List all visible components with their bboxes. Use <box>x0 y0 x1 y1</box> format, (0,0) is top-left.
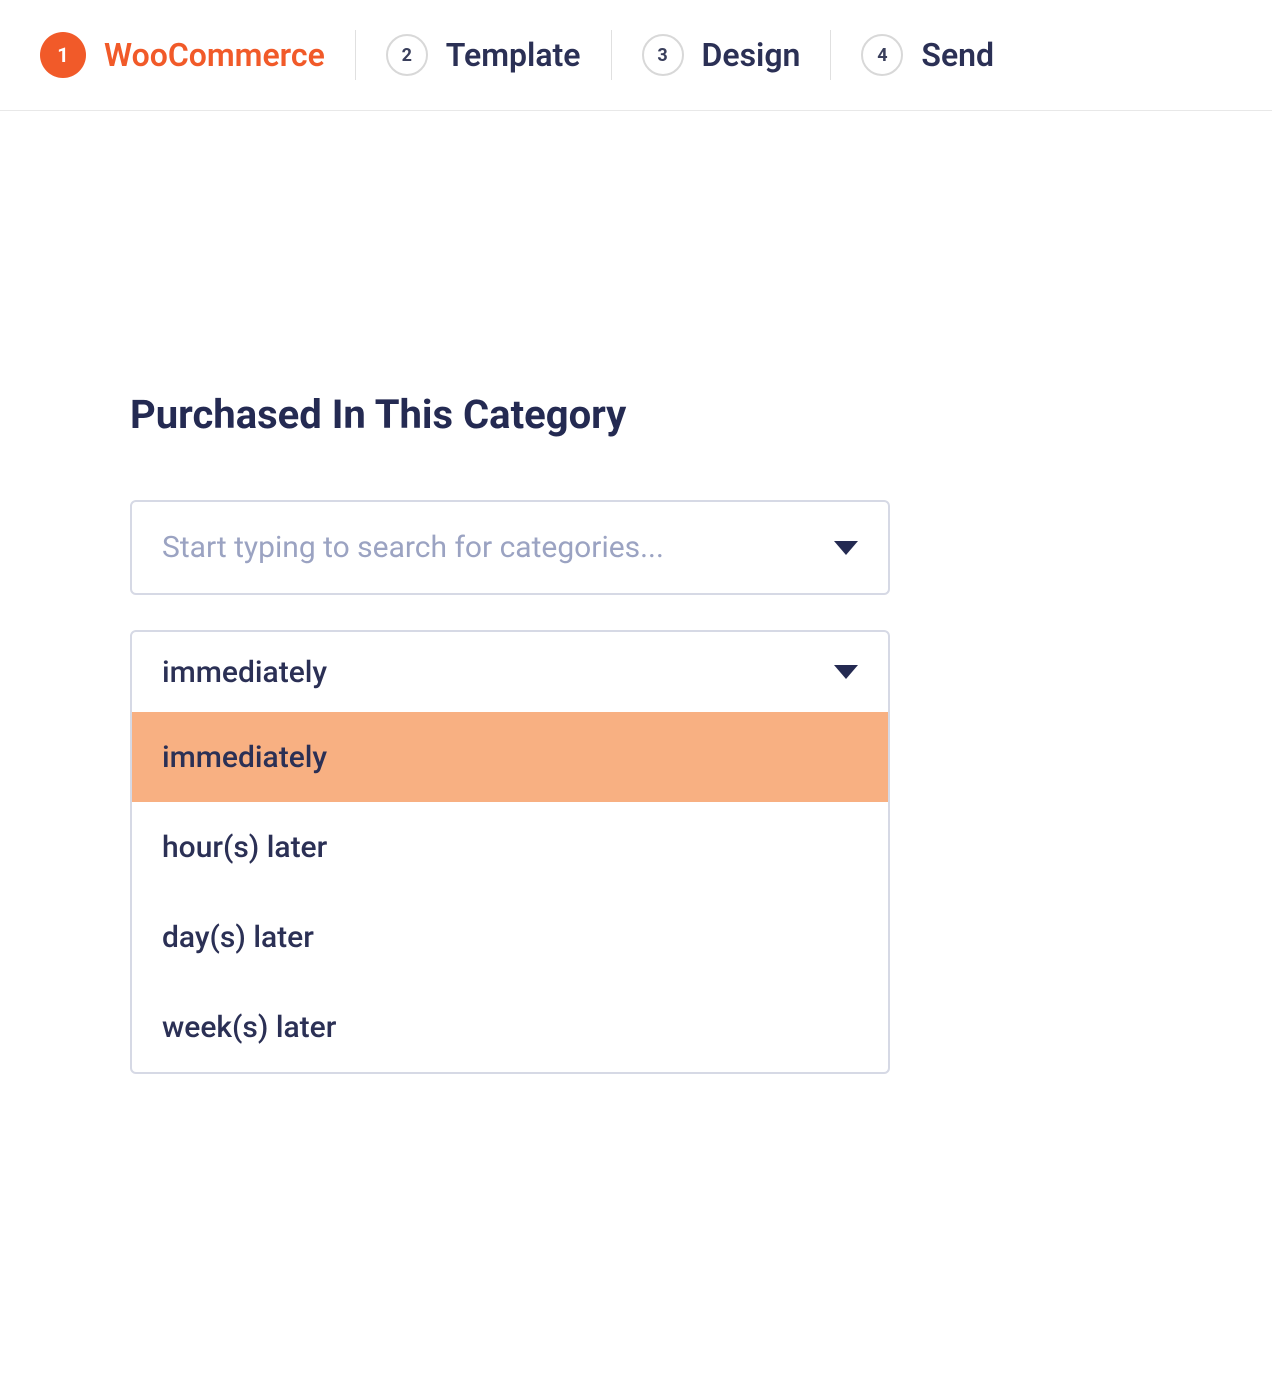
step-number-badge: 2 <box>386 34 428 76</box>
step-number-badge: 3 <box>642 34 684 76</box>
wizard-stepper: 1 WooCommerce 2 Template 3 Design 4 Send <box>0 0 1272 111</box>
step-label: Send <box>921 36 994 74</box>
category-search-select[interactable]: Start typing to search for categories... <box>130 500 890 595</box>
timing-dropdown: immediately immediately hour(s) later da… <box>130 630 890 1074</box>
step-woocommerce[interactable]: 1 WooCommerce <box>30 32 355 78</box>
step-label: Design <box>702 36 801 74</box>
timing-dropdown-trigger[interactable]: immediately <box>132 632 888 712</box>
step-label: WooCommerce <box>104 36 325 74</box>
step-template[interactable]: 2 Template <box>356 34 611 76</box>
step-number-badge: 1 <box>40 32 86 78</box>
timing-option-hours[interactable]: hour(s) later <box>132 802 888 892</box>
timing-option-immediately[interactable]: immediately <box>132 712 888 802</box>
step-label: Template <box>446 36 581 74</box>
step-number-badge: 4 <box>861 34 903 76</box>
step-send[interactable]: 4 Send <box>831 34 1024 76</box>
main-content: Purchased In This Category Start typing … <box>0 111 1272 1074</box>
search-placeholder: Start typing to search for categories... <box>162 530 834 565</box>
timing-option-days[interactable]: day(s) later <box>132 892 888 982</box>
timing-option-weeks[interactable]: week(s) later <box>132 982 888 1072</box>
chevron-down-icon <box>834 541 858 555</box>
step-design[interactable]: 3 Design <box>612 34 831 76</box>
timing-selected-value: immediately <box>162 655 834 690</box>
section-title: Purchased In This Category <box>130 391 1142 438</box>
chevron-down-icon <box>834 665 858 679</box>
